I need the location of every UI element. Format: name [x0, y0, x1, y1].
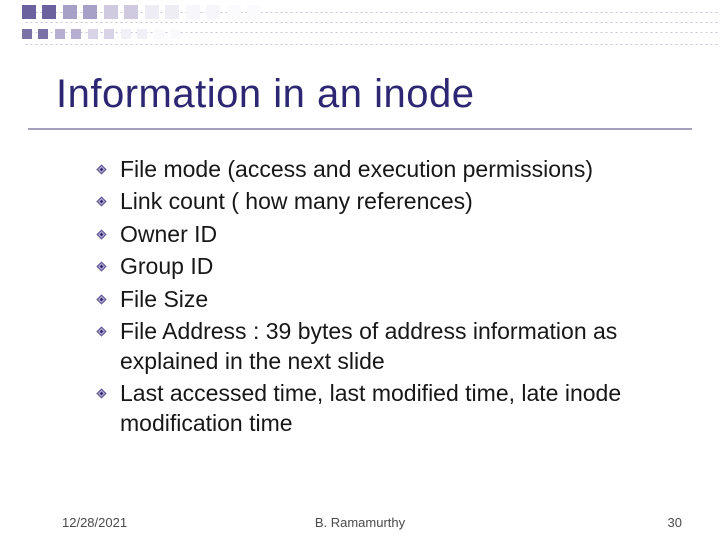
- ornament-square-icon: [170, 29, 180, 39]
- ornament-square-icon: [83, 5, 97, 19]
- list-item-text: Last accessed time, last modified time, …: [120, 380, 621, 435]
- list-item: Group ID: [100, 252, 680, 281]
- ornament-square-icon: [63, 5, 77, 19]
- ornament-square-icon: [247, 5, 261, 19]
- ornament-square-icon: [38, 29, 48, 39]
- ornament-square-icon: [22, 29, 32, 39]
- ornament-square-icon: [71, 29, 81, 39]
- ornament-square-icon: [227, 5, 241, 19]
- ornament-square-icon: [145, 5, 159, 19]
- ornament-square-icon: [137, 29, 147, 39]
- list-item-text: File mode (access and execution permissi…: [120, 156, 593, 182]
- slide-title: Information in an inode: [56, 72, 474, 117]
- header-ornament: [0, 0, 720, 60]
- footer-slide-number: 30: [668, 515, 682, 530]
- list-item-text: Owner ID: [120, 221, 217, 247]
- diamond-bullet-icon: [96, 229, 107, 240]
- ornament-square-icon: [104, 5, 118, 19]
- list-item-text: File Address : 39 bytes of address infor…: [120, 318, 617, 373]
- ornament-row-small: [22, 26, 182, 44]
- diamond-bullet-icon: [96, 164, 107, 175]
- list-item: File mode (access and execution permissi…: [100, 155, 680, 184]
- slide: Information in an inode File mode (acces…: [0, 0, 720, 540]
- list-item: File Address : 39 bytes of address infor…: [100, 317, 680, 376]
- footer-author: B. Ramamurthy: [0, 515, 720, 530]
- ornament-square-icon: [22, 5, 36, 19]
- ornament-square-icon: [88, 29, 98, 39]
- ornament-square-icon: [121, 29, 131, 39]
- list-item-text: Group ID: [120, 253, 213, 279]
- list-item: File Size: [100, 285, 680, 314]
- ornament-square-icon: [186, 5, 200, 19]
- list-item: Last accessed time, last modified time, …: [100, 379, 680, 438]
- list-item: Link count ( how many references): [100, 187, 680, 216]
- ornament-square-icon: [165, 5, 179, 19]
- ornament-row-large: [22, 5, 263, 24]
- ornament-square-icon: [124, 5, 138, 19]
- diamond-bullet-icon: [96, 326, 107, 337]
- bullet-list: File mode (access and execution permissi…: [100, 155, 680, 441]
- diamond-bullet-icon: [96, 388, 107, 399]
- title-underline: [28, 128, 692, 130]
- ornament-square-icon: [55, 29, 65, 39]
- ornament-square-icon: [42, 5, 56, 19]
- diamond-bullet-icon: [96, 261, 107, 272]
- list-item-text: Link count ( how many references): [120, 188, 473, 214]
- diamond-bullet-icon: [96, 196, 107, 207]
- list-item-text: File Size: [120, 286, 208, 312]
- ornament-square-icon: [154, 29, 164, 39]
- diamond-bullet-icon: [96, 294, 107, 305]
- ornament-square-icon: [206, 5, 220, 19]
- ornament-square-icon: [104, 29, 114, 39]
- list-item: Owner ID: [100, 220, 680, 249]
